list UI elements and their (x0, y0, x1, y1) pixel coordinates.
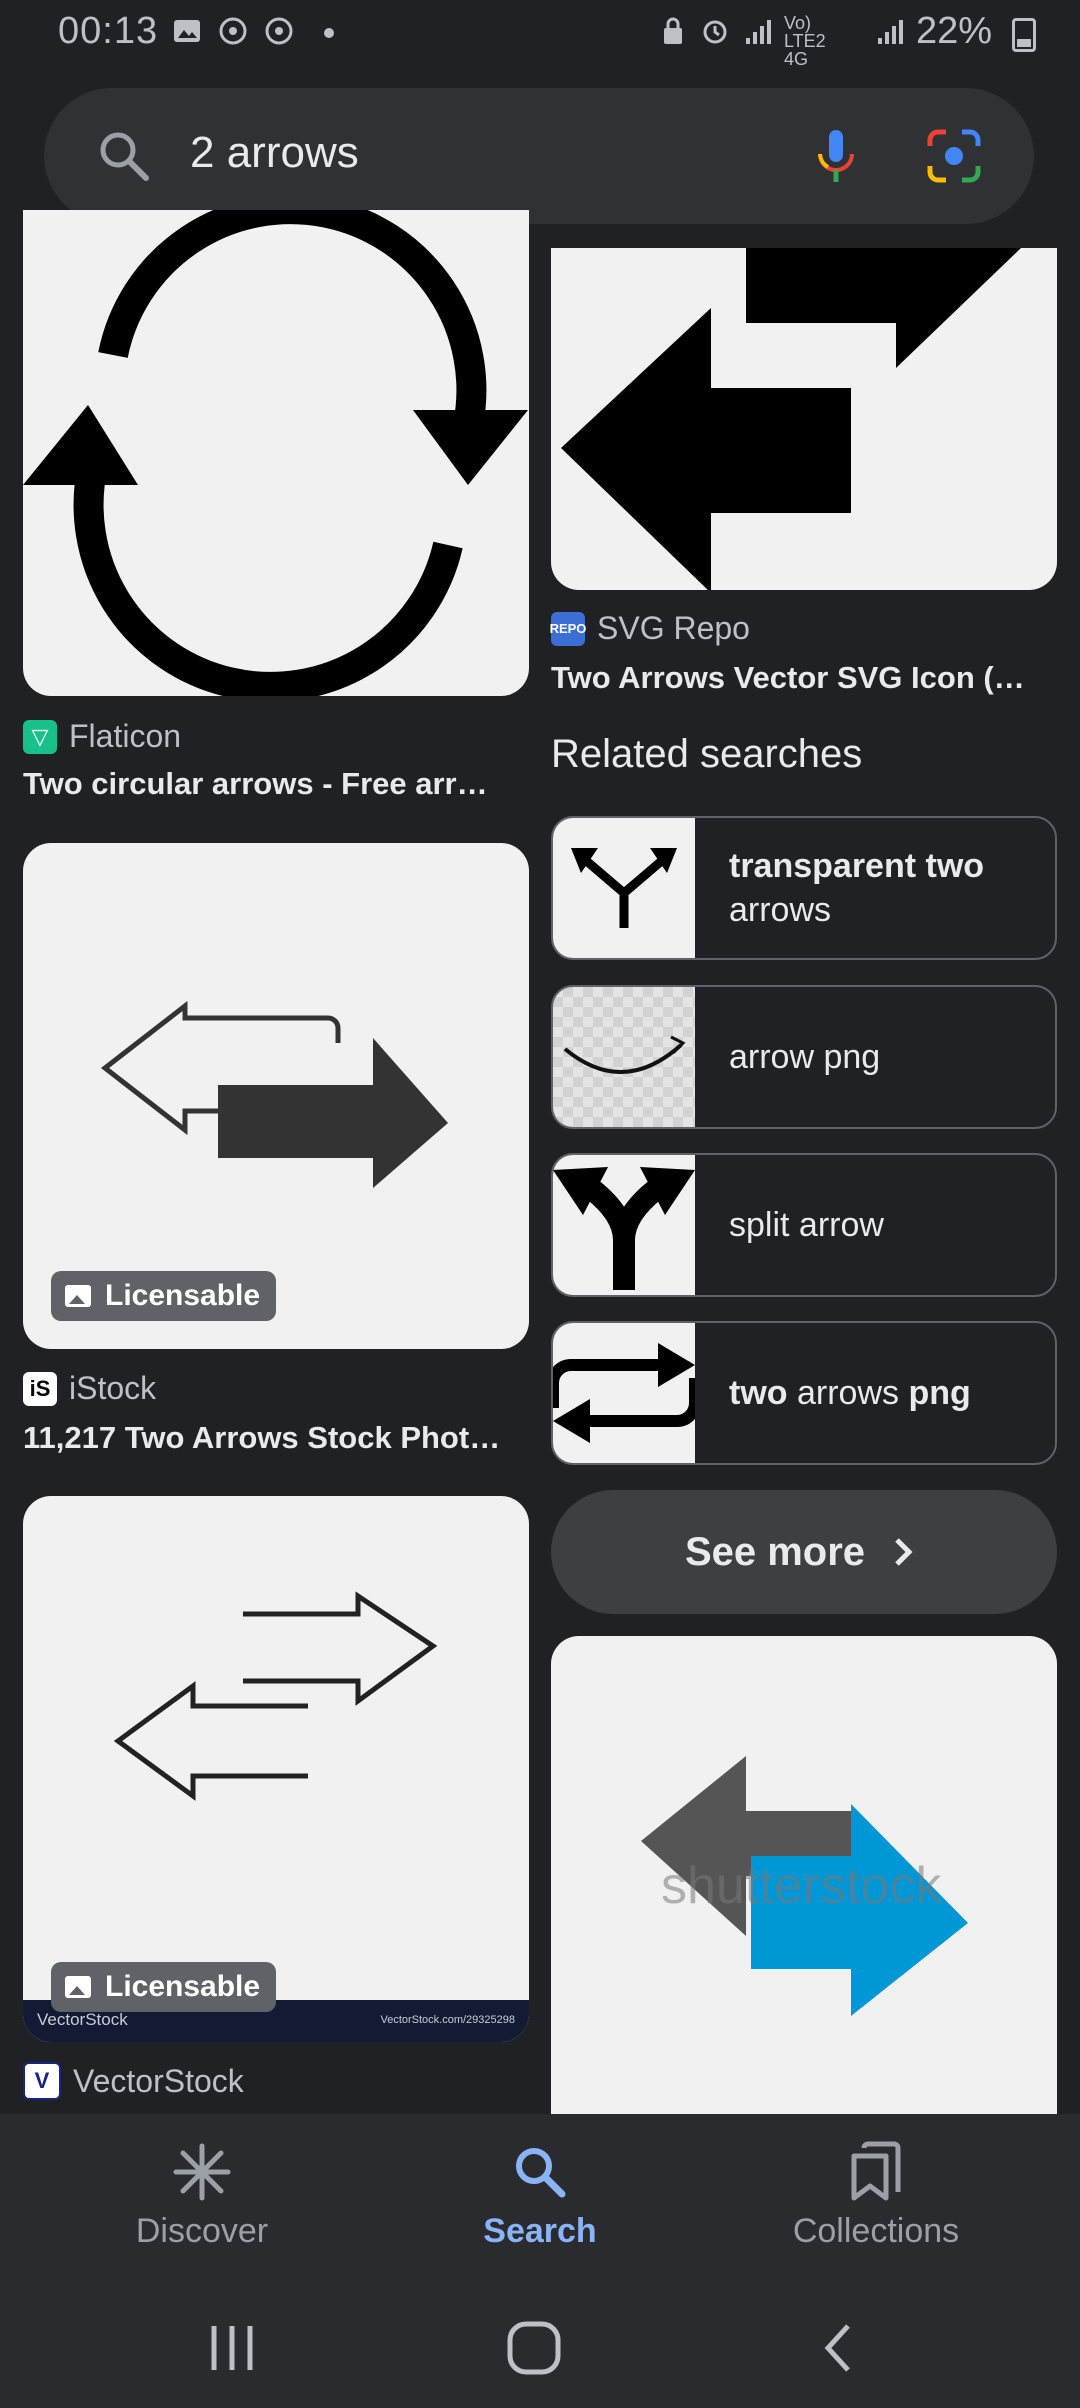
microphone-icon[interactable] (806, 126, 866, 186)
related-bold: two (729, 1374, 788, 1412)
related-thumb (553, 1323, 701, 1463)
licensable-badge: Licensable (51, 1962, 277, 2012)
gallery-icon (174, 20, 200, 42)
related-normal: arrows (797, 1374, 900, 1412)
related-thumb (553, 987, 695, 1127)
watermark-url: VectorStock.com/29325298 (380, 2014, 515, 2026)
related-search-item[interactable]: transparent two arrows (551, 816, 1057, 960)
signal-icon (746, 20, 771, 44)
result-source-vectorstock[interactable]: V VectorStock (23, 2062, 244, 2100)
battery-percent: 22% (915, 10, 992, 52)
badge-label: Licensable (105, 1970, 261, 2003)
repeat-arrows-icon (553, 1343, 701, 1443)
lens-camera-icon[interactable] (924, 126, 984, 186)
see-more-label: See more (684, 1529, 866, 1574)
solid-arrows-icon (561, 248, 1021, 590)
nav-label: Discover (135, 2212, 269, 2250)
collections-icon (851, 2141, 901, 2201)
search-icon (516, 2148, 566, 2198)
image-icon (65, 1976, 91, 1998)
result-source-istock[interactable]: iS iStock (23, 1370, 156, 1407)
image-icon (65, 1285, 91, 1307)
result-image-solid-arrows[interactable] (551, 248, 1057, 590)
nav-collections[interactable]: Collections (726, 2114, 1026, 2290)
related-normal: arrows (729, 891, 832, 929)
nav-label: Collections (792, 2212, 960, 2250)
svgrepo-favicon-icon: REPO (550, 611, 586, 646)
smile-arrow-icon (563, 1035, 686, 1074)
search-input[interactable]: 2 arrows (190, 128, 359, 178)
related-bold: transparent two (729, 847, 985, 885)
result-title[interactable]: Two circular arrows - Free arro... (23, 766, 493, 802)
related-label: two arrows png (729, 1323, 1039, 1463)
alarm-icon (703, 20, 727, 44)
result-title[interactable]: Two Arrows Vector SVG Icon (2)... (551, 660, 1041, 696)
asterisk-icon (173, 2143, 231, 2201)
licensable-badge: Licensable (51, 1271, 277, 1321)
result-source-label: SVG Repo (597, 610, 750, 646)
split-arrow-icon (553, 1167, 695, 1290)
result-source-label: VectorStock (73, 2062, 244, 2099)
recent-apps-icon[interactable] (204, 2320, 260, 2376)
related-normal: arrow png (729, 1038, 881, 1076)
related-label: arrow png (729, 987, 1039, 1127)
home-icon[interactable] (506, 2320, 562, 2376)
istock-favicon-icon: iS (23, 1371, 57, 1406)
lock-icon (664, 17, 682, 44)
related-label: split arrow (729, 1155, 1039, 1295)
nav-label: Search (483, 2212, 597, 2250)
shutterstock-watermark: shutterstock (661, 1857, 942, 1915)
status-bar: 00:13 Vo) LTE2 4G 22% (0, 0, 1080, 69)
result-source-svgrepo[interactable]: REPO SVG Repo (550, 610, 750, 647)
whatsapp-icon (219, 17, 247, 45)
nav-discover[interactable]: Discover (52, 2114, 352, 2290)
related-thumb (553, 1155, 695, 1295)
related-searches-heading: Related searches (551, 732, 863, 776)
result-image-shutterstock[interactable]: shutterstock (551, 1636, 1057, 2114)
search-icon (100, 132, 149, 181)
vectorstock-favicon-icon: V (23, 2062, 61, 2100)
result-title[interactable]: 11,217 Two Arrows Stock Photo... (23, 1420, 513, 1456)
signal-icon-2 (878, 20, 903, 44)
related-search-item[interactable]: two arrows png (551, 1321, 1057, 1465)
bottom-navigation: Discover Search Collections (0, 2114, 1080, 2290)
related-thumb (553, 818, 695, 958)
result-image-line-arrows[interactable]: VectorStock VectorStock.com/29325298 Lic… (23, 1496, 529, 2042)
related-normal: split arrow (729, 1206, 884, 1244)
back-icon[interactable] (812, 2320, 868, 2376)
result-image-outline-arrows[interactable]: Licensable (23, 843, 529, 1349)
related-label: transparent two arrows (729, 818, 1039, 958)
fork-arrow-icon (571, 848, 677, 928)
badge-label: Licensable (105, 1279, 261, 1312)
result-source-label: iStock (69, 1370, 157, 1406)
search-bar[interactable]: 2 arrows (44, 88, 1034, 224)
result-source-flaticon[interactable]: ▽ Flaticon (23, 718, 181, 755)
see-more-button[interactable]: See more (551, 1490, 1057, 1614)
whatsapp-icon-2 (265, 17, 293, 45)
result-source-label: Flaticon (69, 718, 182, 754)
watermark-text: VectorStock (37, 2010, 128, 2029)
system-navigation-bar (0, 2290, 1080, 2408)
line-arrows-icon (113, 1591, 438, 1801)
battery-icon (1012, 18, 1036, 52)
network-label: Vo) LTE2 4G (784, 13, 826, 69)
nav-search[interactable]: Search (390, 2114, 690, 2290)
result-image-circular-arrows[interactable] (23, 210, 529, 696)
related-search-item[interactable]: split arrow (551, 1153, 1057, 1297)
chevron-right-icon (895, 1538, 913, 1566)
related-search-item[interactable]: arrow png (551, 985, 1057, 1129)
status-time: 00:13 (58, 10, 159, 52)
notification-dot (324, 28, 334, 38)
circular-arrows-icon (23, 210, 528, 696)
related-bold-suffix: png (908, 1374, 971, 1412)
flaticon-favicon-icon: ▽ (23, 719, 57, 754)
